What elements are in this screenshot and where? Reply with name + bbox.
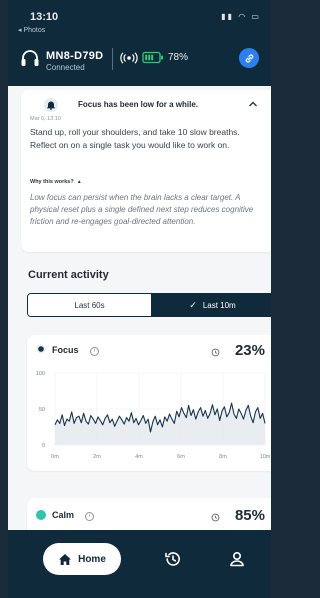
y-tick-label: 50 bbox=[39, 407, 45, 413]
x-tick-label: 4m bbox=[135, 454, 143, 460]
checkmark-icon: ✓ bbox=[189, 299, 197, 310]
calm-label: Calm bbox=[52, 510, 75, 520]
history-nav-icon[interactable] bbox=[164, 550, 182, 568]
collapse-chevron-icon[interactable] bbox=[248, 100, 258, 108]
calm-value: 85% bbox=[234, 507, 265, 524]
home-label: Home bbox=[78, 553, 106, 565]
why-this-works-label: Why this works? bbox=[30, 179, 74, 185]
notice-date: Mar 6, 13:10 bbox=[30, 116, 61, 122]
header-bar: 13:10 ◂ Photos ▮▮ ◠ ▭ MN8-D79D Connected… bbox=[8, 0, 271, 86]
back-to-photos-link[interactable]: ◂ Photos bbox=[18, 26, 45, 34]
link-icon bbox=[245, 53, 253, 63]
history-icon bbox=[211, 513, 220, 522]
bell-icon bbox=[44, 98, 58, 112]
y-tick-label: 100 bbox=[36, 371, 45, 377]
notice-body: Stand up, roll your shoulders, and take … bbox=[30, 127, 240, 150]
main-content: Focus has been low for a while. Mar 6, 1… bbox=[8, 86, 271, 538]
link-button[interactable] bbox=[239, 48, 259, 68]
nav-home-button[interactable]: Home bbox=[43, 543, 121, 575]
focus-line-chart: 100 50 0 0m 2m 4m 6m 8m 10m bbox=[36, 371, 271, 460]
bottom-navigation: Home bbox=[8, 530, 271, 598]
tab-last-10m[interactable]: ✓ Last 10m bbox=[151, 294, 271, 316]
profile-icon[interactable] bbox=[228, 550, 246, 568]
x-tick-label: 2m bbox=[93, 454, 101, 460]
headphones-icon bbox=[21, 50, 39, 66]
why-this-works-toggle[interactable]: Why this works? ▲ bbox=[30, 179, 82, 185]
focus-metric-card: Focus i 23% 100 50 0 0m 2m 4m 6m 8m 10m bbox=[27, 335, 271, 471]
x-tick-label: 6m bbox=[177, 454, 185, 460]
time-range-selector: Last 60s ✓ Last 10m bbox=[27, 293, 271, 317]
tab-last-60s[interactable]: Last 60s bbox=[28, 294, 151, 316]
info-icon[interactable]: i bbox=[85, 512, 94, 521]
info-icon[interactable]: i bbox=[90, 347, 99, 356]
focus-indicator-icon bbox=[36, 344, 46, 354]
tab-label: Last 60s bbox=[74, 300, 105, 310]
section-title: Current activity bbox=[28, 269, 109, 281]
x-tick-label: 8m bbox=[219, 454, 227, 460]
battery-percentage: 78% bbox=[168, 52, 189, 63]
phone-screen: 13:10 ◂ Photos ▮▮ ◠ ▭ MN8-D79D Connected… bbox=[8, 0, 271, 598]
tab-label: Last 10m bbox=[202, 300, 236, 310]
calm-indicator-icon bbox=[36, 510, 46, 520]
focus-notice-card: Focus has been low for a while. Mar 6, 1… bbox=[21, 90, 271, 252]
focus-label: Focus bbox=[52, 345, 79, 355]
connection-status: Connected bbox=[46, 63, 85, 72]
focus-value: 23% bbox=[234, 342, 265, 359]
broadcast-signal-icon bbox=[120, 52, 138, 64]
header-divider bbox=[112, 48, 113, 70]
why-this-works-body: Low focus can persist when the brain lac… bbox=[30, 193, 254, 226]
caret-up-icon: ▲ bbox=[76, 179, 82, 185]
history-icon bbox=[211, 348, 220, 357]
battery-icon bbox=[142, 51, 163, 64]
notice-title: Focus has been low for a while. bbox=[78, 100, 199, 109]
device-name: MN8-D79D bbox=[46, 50, 104, 62]
x-tick-label: 10m bbox=[260, 454, 271, 460]
y-tick-label: 0 bbox=[42, 443, 45, 449]
status-icons: ▮▮ ◠ ▭ bbox=[221, 12, 261, 21]
x-tick-label: 0m bbox=[51, 454, 59, 460]
home-icon bbox=[59, 553, 72, 565]
status-time: 13:10 bbox=[30, 11, 59, 23]
